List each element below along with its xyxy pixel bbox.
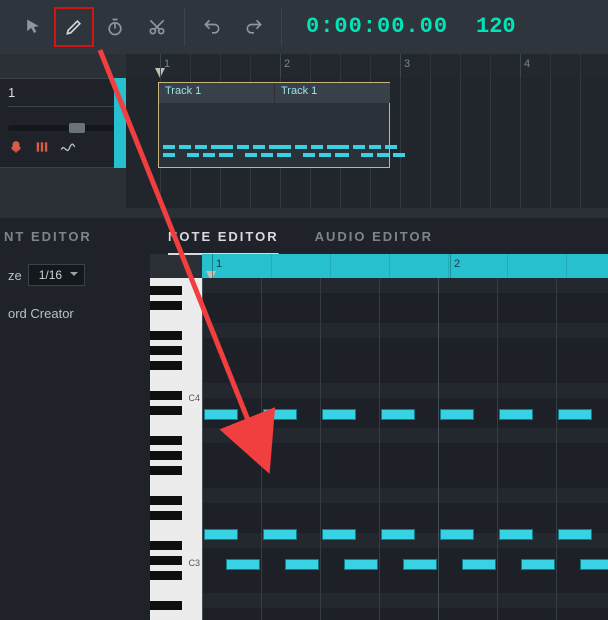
note-editor-sidebar: ze 1/16 ord Creator xyxy=(0,254,150,620)
midi-note[interactable] xyxy=(381,529,415,540)
undo-button[interactable] xyxy=(191,7,233,47)
clip-label: Track 1 xyxy=(275,83,390,103)
arrange-area[interactable]: Track 1 Track 1 xyxy=(126,78,608,208)
clip-mini-note xyxy=(221,145,233,149)
chord-creator-row[interactable]: ord Creator xyxy=(0,296,150,331)
ruler-label: 3 xyxy=(404,58,410,70)
clip-mini-note xyxy=(319,153,331,157)
slider-knob[interactable] xyxy=(69,123,85,133)
midi-note[interactable] xyxy=(558,409,592,420)
midi-note[interactable] xyxy=(322,409,356,420)
clip-mini-note xyxy=(253,145,265,149)
clip-mini-note xyxy=(279,153,291,157)
tab-audio-editor[interactable]: AUDIO EDITOR xyxy=(297,218,451,254)
clip-mini-note xyxy=(237,145,249,149)
note-playhead[interactable] xyxy=(206,268,216,278)
piano-key-label: C3 xyxy=(188,558,200,568)
midi-note[interactable] xyxy=(226,559,260,570)
track-color-strip xyxy=(114,78,126,168)
clip-mini-note xyxy=(261,153,273,157)
midi-note[interactable] xyxy=(263,409,297,420)
midi-note[interactable] xyxy=(558,529,592,540)
piano-keyboard[interactable]: C4 C3 xyxy=(150,278,202,620)
clip-mini-note xyxy=(221,153,233,157)
clip-label: Track 1 xyxy=(159,83,274,103)
midi-note[interactable] xyxy=(580,559,608,570)
toolbar-separator xyxy=(281,8,282,46)
midi-note[interactable] xyxy=(381,409,415,420)
piano-roll-icon[interactable] xyxy=(34,139,50,155)
midi-note[interactable] xyxy=(263,529,297,540)
record-arm-icon[interactable] xyxy=(8,139,24,155)
note-editor-ruler[interactable]: 12 xyxy=(202,254,608,278)
midi-note[interactable] xyxy=(499,529,533,540)
track-header[interactable]: 1 xyxy=(0,78,126,168)
redo-button[interactable] xyxy=(233,7,275,47)
track-volume-slider[interactable] xyxy=(8,125,118,131)
chord-creator-label: ord Creator xyxy=(8,306,74,321)
midi-note[interactable] xyxy=(403,559,437,570)
instrument-editor-tab[interactable]: NT EDITOR xyxy=(0,218,150,254)
midi-note[interactable] xyxy=(204,409,238,420)
automation-icon[interactable] xyxy=(60,139,76,155)
tab-label: NT EDITOR xyxy=(4,229,92,244)
clip-mini-note xyxy=(377,153,389,157)
clip-mini-note xyxy=(179,145,191,149)
clip-mini-note xyxy=(195,145,207,149)
clip-mini-note xyxy=(393,153,405,157)
tempo-value: 120 xyxy=(476,16,516,38)
quantize-select[interactable]: 1/16 xyxy=(28,264,85,286)
midi-note[interactable] xyxy=(344,559,378,570)
clip-mini-note xyxy=(203,153,215,157)
arrange-ruler[interactable]: 1 2 3 4 xyxy=(126,54,608,79)
midi-note[interactable] xyxy=(285,559,319,570)
piano-key-label: C4 xyxy=(188,393,200,403)
tab-label: NOTE EDITOR xyxy=(168,229,279,244)
clip-mini-note xyxy=(163,145,175,149)
track-name[interactable]: 1 xyxy=(8,85,118,107)
ruler-label: 4 xyxy=(524,58,530,70)
stopwatch-tool-button[interactable] xyxy=(94,7,136,47)
tab-note-editor[interactable]: NOTE EDITOR xyxy=(150,218,297,254)
midi-note[interactable] xyxy=(521,559,555,570)
clip-mini-note xyxy=(385,145,397,149)
clip-mini-note xyxy=(361,153,373,157)
cut-tool-button[interactable] xyxy=(136,7,178,47)
pencil-tool-button[interactable] xyxy=(64,17,84,37)
quantize-label: ze xyxy=(8,268,22,283)
midi-clip[interactable]: Track 1 Track 1 xyxy=(158,82,390,168)
midi-note[interactable] xyxy=(322,529,356,540)
playback-time: 0:00:00.00 xyxy=(306,16,448,38)
clip-mini-note xyxy=(337,153,349,157)
clip-mini-note xyxy=(163,153,175,157)
clip-mini-note xyxy=(337,145,349,149)
tab-label: AUDIO EDITOR xyxy=(315,229,433,244)
note-grid[interactable] xyxy=(202,278,608,620)
pencil-tool-highlight xyxy=(54,7,94,47)
midi-note[interactable] xyxy=(440,529,474,540)
clip-mini-note xyxy=(311,145,323,149)
clip-mini-note xyxy=(245,153,257,157)
clip-mini-note xyxy=(279,145,291,149)
midi-note[interactable] xyxy=(204,529,238,540)
midi-note[interactable] xyxy=(462,559,496,570)
clip-mini-note xyxy=(369,145,381,149)
clip-mini-note xyxy=(303,153,315,157)
ruler-label: 2 xyxy=(284,58,290,70)
midi-note[interactable] xyxy=(499,409,533,420)
midi-note[interactable] xyxy=(440,409,474,420)
clip-mini-note xyxy=(187,153,199,157)
cursor-tool-button[interactable] xyxy=(12,7,54,47)
clip-mini-note xyxy=(295,145,307,149)
toolbar-separator xyxy=(184,8,185,46)
clip-mini-note xyxy=(353,145,365,149)
ruler-label: 1 xyxy=(164,58,170,70)
